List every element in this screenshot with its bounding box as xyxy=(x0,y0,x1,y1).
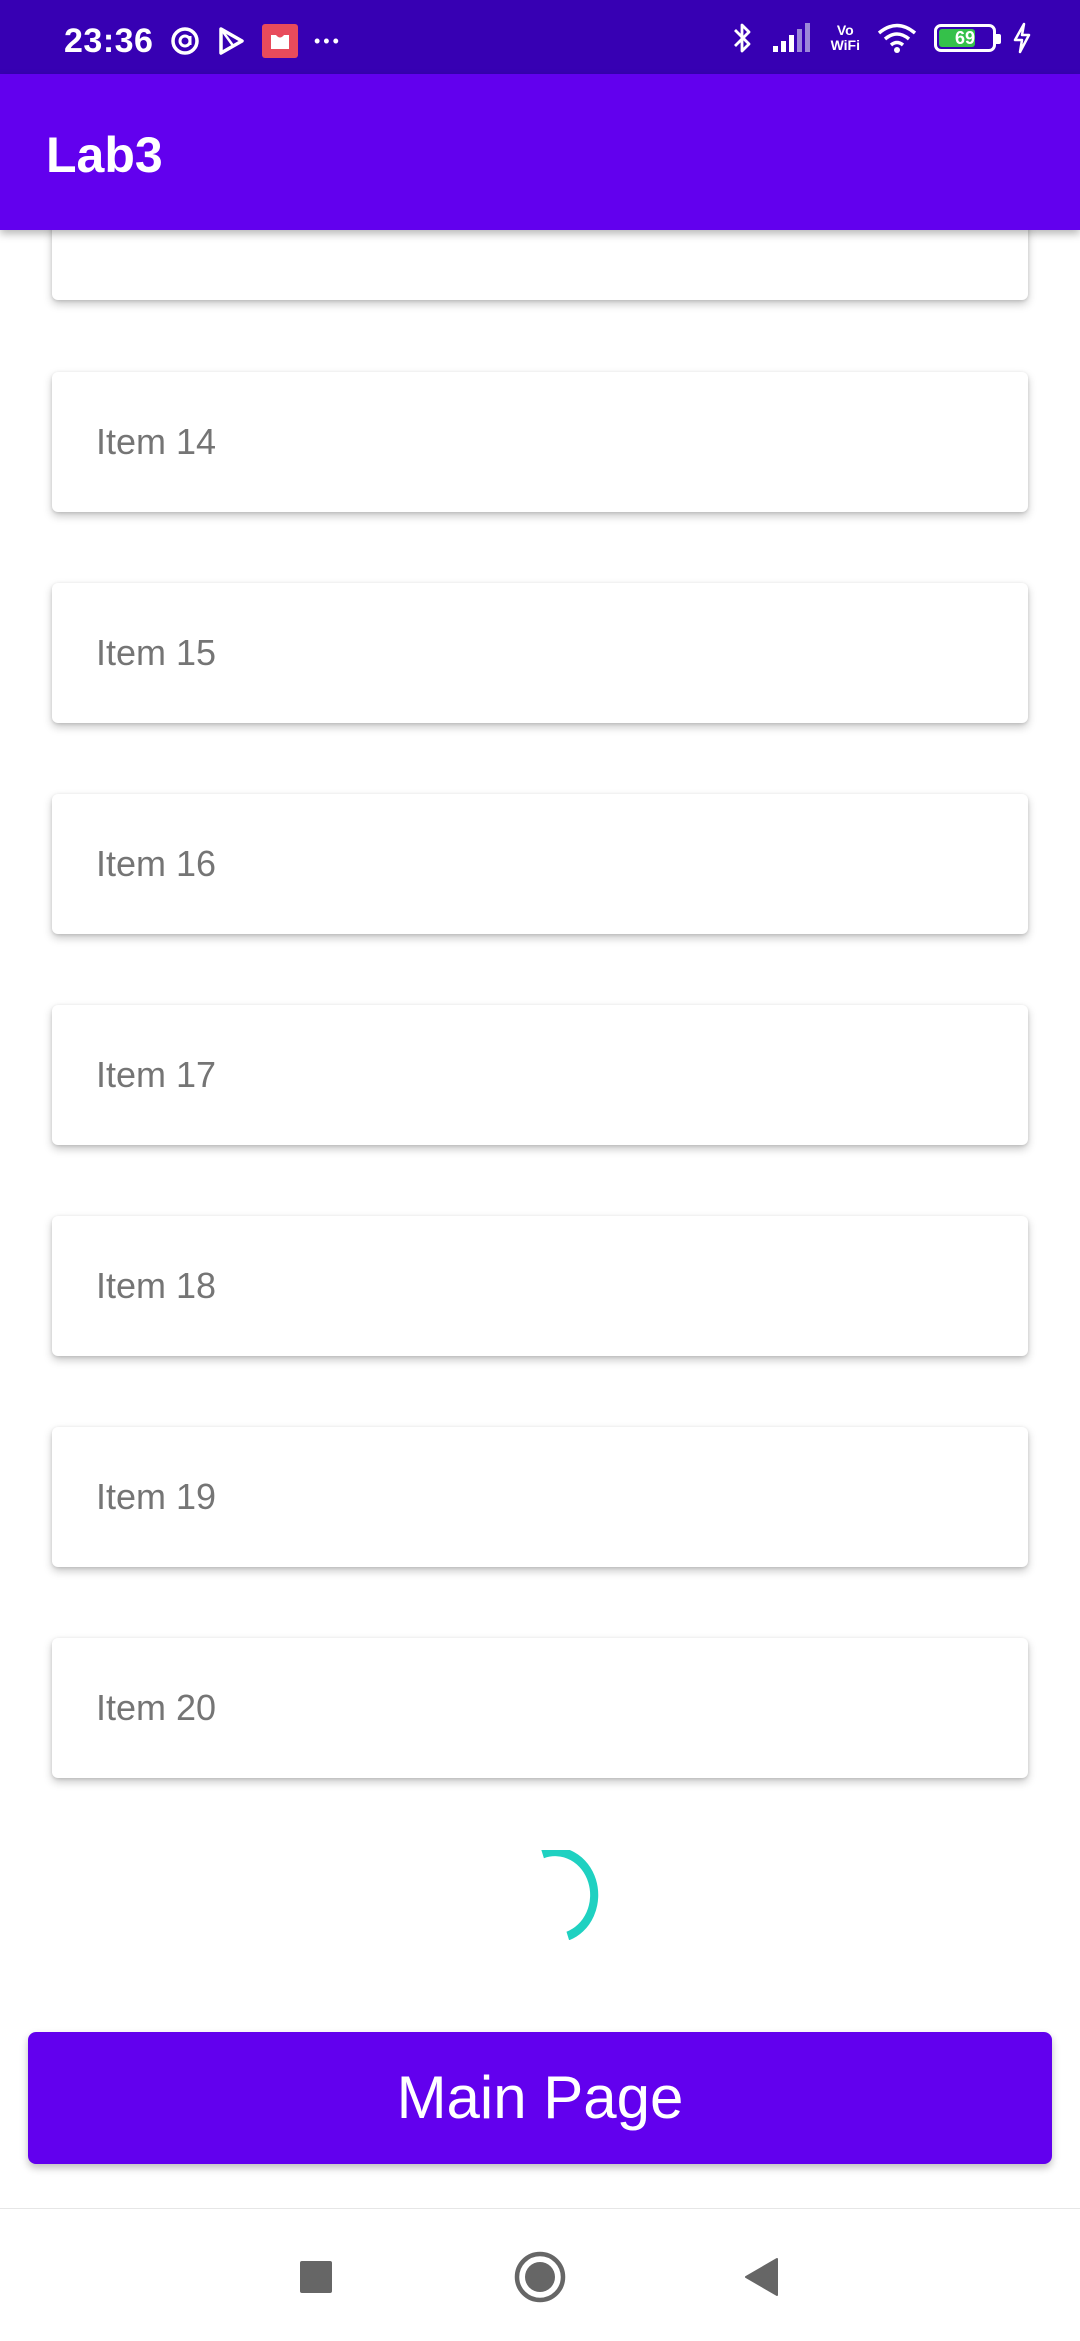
back-triangle-icon[interactable] xyxy=(734,2249,790,2305)
list-item[interactable]: Item 15 xyxy=(52,583,1028,723)
signal-icon xyxy=(771,22,815,54)
list-item-label: Item 18 xyxy=(96,1265,217,1306)
status-notification-icons: ••• xyxy=(170,24,342,58)
navigation-bar xyxy=(0,2208,1080,2341)
main-page-button[interactable]: Main Page xyxy=(28,2032,1052,2164)
app-notification-icon xyxy=(262,24,298,58)
list-item[interactable]: Item 18 xyxy=(52,1216,1028,1356)
play-store-icon xyxy=(216,26,246,56)
battery-icon: 69 xyxy=(934,24,1001,52)
bluetooth-icon xyxy=(731,20,755,56)
list-item-label: Item 15 xyxy=(96,632,217,673)
battery-tip xyxy=(996,34,1001,44)
list-item[interactable]: Item 19 xyxy=(52,1427,1028,1567)
status-bar: 23:36 ••• Vo WiFi 69 xyxy=(0,0,1080,74)
list-item-label: Item 16 xyxy=(96,843,217,884)
wifi-icon xyxy=(876,22,918,54)
list-item[interactable]: Item 14 xyxy=(52,372,1028,512)
vowifi-bottom-label: WiFi xyxy=(830,37,860,53)
charging-icon xyxy=(1012,22,1032,54)
recents-square-icon[interactable] xyxy=(288,2249,344,2305)
vowifi-icon: Vo WiFi xyxy=(831,23,860,53)
loading-spinner xyxy=(538,1847,618,1941)
vowifi-top-label: Vo xyxy=(836,22,854,38)
status-time: 23:36 xyxy=(64,22,154,60)
item-list[interactable]: Item 14 Item 15 Item 16 Item 17 Item 18 … xyxy=(0,230,1080,2010)
list-item[interactable]: Item 20 xyxy=(52,1638,1028,1778)
list-item-label: Item 14 xyxy=(96,421,217,462)
at-sign-icon xyxy=(170,26,200,56)
more-dots-icon: ••• xyxy=(314,30,342,51)
list-item[interactable]: Item 16 xyxy=(52,794,1028,934)
list-item-label: Item 17 xyxy=(96,1054,217,1095)
app-title: Lab3 xyxy=(46,127,163,183)
list-item[interactable] xyxy=(52,230,1028,300)
list-item-label: Item 19 xyxy=(96,1476,217,1517)
home-circle-icon[interactable] xyxy=(512,2249,568,2305)
status-system-icons: Vo WiFi 69 xyxy=(731,20,1032,56)
battery-level: 69 xyxy=(954,28,976,48)
app-bar: Lab3 xyxy=(0,74,1080,230)
list-item-label: Item 20 xyxy=(96,1687,217,1728)
list-item[interactable]: Item 17 xyxy=(52,1005,1028,1145)
